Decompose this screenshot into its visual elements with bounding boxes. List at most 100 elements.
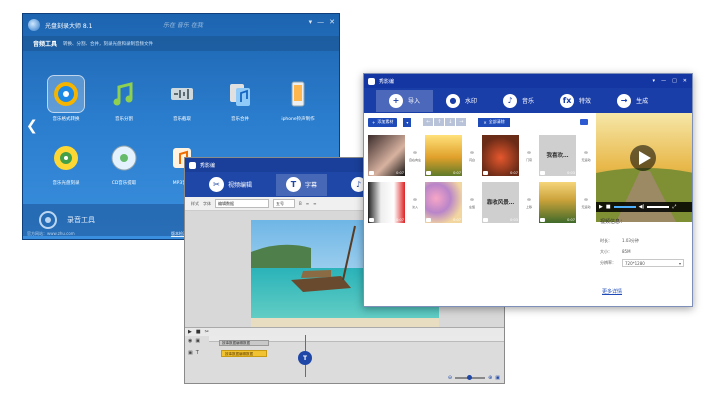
volume-icon[interactable]: ◀) <box>639 204 645 210</box>
seek-bar[interactable] <box>613 206 636 208</box>
tool-music-merge[interactable]: 音乐合并 <box>211 76 269 122</box>
add-media-button[interactable]: + 添加素材 <box>368 117 398 127</box>
media-thumbnail[interactable]: 0:07 <box>368 182 405 223</box>
move-down-icon[interactable]: ↓ <box>445 118 456 126</box>
tab-effects[interactable]: fx 特效 <box>547 90 604 112</box>
close-icon[interactable]: ✕ <box>683 78 687 84</box>
tool-cd-extract[interactable]: CD音乐提取 <box>95 140 153 186</box>
align-icon[interactable]: ≡ <box>306 201 309 206</box>
font-size-select[interactable]: 五号 <box>273 199 295 208</box>
tool-phone-ringtone[interactable]: iphone铃声制作 <box>269 76 327 122</box>
export-icon: → <box>617 93 632 108</box>
tool-label: 音乐光盘刻录 <box>52 181 80 186</box>
media-thumbnail[interactable]: 靠收风景… 0:03 <box>482 182 519 223</box>
media-item[interactable]: 0:07 ∞ 闪白 <box>425 135 482 176</box>
move-up-icon[interactable]: ↑ <box>434 118 445 126</box>
media-item[interactable]: 靠收风景… 0:03 ∞ 上移 <box>482 182 539 223</box>
media-thumbnail[interactable]: 0:07 <box>425 135 462 176</box>
open-folder-icon[interactable] <box>580 119 588 125</box>
align-right-icon[interactable]: ≡ <box>313 201 316 206</box>
zoom-in-icon[interactable]: ⊕ <box>488 375 492 381</box>
zoom-slider[interactable] <box>455 375 486 380</box>
record-icon[interactable] <box>39 211 57 229</box>
tool-music-split[interactable]: 音乐分割 <box>95 76 153 122</box>
tab-watermark[interactable]: ● 水印 <box>433 90 490 112</box>
tab-video-edit[interactable]: ✂ 视频编辑 <box>199 174 262 196</box>
transition-icon: ∞ <box>583 149 589 156</box>
import-icon: + <box>389 93 403 108</box>
add-media-dropdown[interactable]: ▾ <box>403 117 412 127</box>
style-button[interactable]: 样式 <box>191 201 199 207</box>
stop-icon[interactable]: ■ <box>606 204 611 210</box>
more-details-link[interactable]: 更多详情 <box>602 288 622 295</box>
chevron-down-icon: ▾ <box>678 260 681 266</box>
media-thumbnail[interactable]: 0:07 <box>368 135 405 176</box>
zoom-knob[interactable] <box>467 375 473 380</box>
video-type-icon <box>483 171 488 175</box>
bold-icon[interactable]: B <box>299 201 302 206</box>
transition-effect[interactable]: ∞ 上移 <box>521 182 537 223</box>
media-thumbnail[interactable]: 0:07 <box>425 182 462 223</box>
move-left-icon[interactable]: ← <box>423 118 434 126</box>
transition-effect[interactable]: ∞ 无运动 <box>578 135 594 176</box>
tab-import[interactable]: + 导入 <box>376 89 434 112</box>
play-icon[interactable]: ▶ <box>599 204 603 210</box>
transition-effect[interactable]: ∞ 自右向左 <box>407 135 423 176</box>
subtitle-text-input[interactable]: 编辑数据 <box>215 199 269 208</box>
media-item[interactable]: 0:07 ∞ 自右向左 <box>368 135 425 176</box>
tool-cd-burn[interactable]: 音乐光盘刻录 <box>37 140 95 186</box>
menu-icon[interactable]: ▾ <box>309 18 313 26</box>
fullscreen-icon[interactable]: ⤢ <box>672 204 676 210</box>
clear-all-button[interactable]: ✕ 全部清除 <box>478 117 510 127</box>
tab-export[interactable]: → 生成 <box>604 90 661 112</box>
media-thumbnail[interactable]: 0:07 <box>482 135 519 176</box>
tab-music[interactable]: ♪ 音乐 <box>490 90 547 112</box>
fit-icon[interactable]: ▣ <box>495 375 500 381</box>
lock-icon[interactable]: ▣ <box>195 338 200 344</box>
menu-icon[interactable]: ▾ <box>653 78 656 84</box>
font-button[interactable]: 字体 <box>203 201 211 207</box>
timeline-clip[interactable]: 按事数据编辑数据 <box>219 340 269 346</box>
transition-icon: ∞ <box>583 196 589 203</box>
tab-label: 特效 <box>579 98 592 105</box>
play-icon[interactable]: ▶ <box>188 329 192 335</box>
scissor-tool-icon[interactable]: ✂ <box>205 329 209 335</box>
tool-music-convert[interactable]: 音乐格式转换 <box>37 75 95 122</box>
media-duration: 0:07 <box>453 218 461 222</box>
close-icon[interactable]: ✕ <box>329 18 335 26</box>
zoom-out-icon[interactable]: ⊖ <box>448 375 452 381</box>
move-right-icon[interactable]: → <box>456 118 467 126</box>
media-thumbnail[interactable]: 0:07 <box>539 182 576 223</box>
lock-icon[interactable]: ▣ <box>188 350 193 356</box>
transition-label: 左旋 <box>468 204 475 209</box>
visibility-icon[interactable]: ◉ <box>188 338 192 344</box>
transition-effect[interactable]: ∞ 无运动 <box>578 182 594 223</box>
media-item[interactable]: 0:07 ∞ 无运动 <box>539 182 596 223</box>
media-item[interactable]: 0:07 ∞ 门帘 <box>482 135 539 176</box>
transition-effect[interactable]: ∞ 左旋 <box>464 182 480 223</box>
music-icon: ♪ <box>503 93 518 108</box>
media-thumbnail[interactable]: 我喜欢… 0:03 <box>539 135 576 176</box>
minimize-icon[interactable]: — <box>661 78 666 84</box>
record-tools-label[interactable]: 录音工具 <box>67 215 95 225</box>
maximize-icon[interactable]: □ <box>672 78 677 84</box>
add-text-button[interactable]: T <box>298 351 312 365</box>
stop-icon[interactable]: ■ <box>196 329 201 335</box>
transition-effect[interactable]: ∞ 淡入 <box>407 182 423 223</box>
transition-label: 门帘 <box>525 157 532 162</box>
volume-slider[interactable] <box>647 206 670 208</box>
transition-effect[interactable]: ∞ 门帘 <box>521 135 537 176</box>
track-header: ▣ T <box>188 350 206 356</box>
resolution-select[interactable]: 720*1280 ▾ <box>622 258 684 267</box>
tab-subtitle[interactable]: T 字幕 <box>276 173 328 196</box>
media-item[interactable]: 0:07 ∞ 左旋 <box>425 182 482 223</box>
video-type-icon <box>369 218 374 222</box>
media-item[interactable]: 0:07 ∞ 淡入 <box>368 182 425 223</box>
prev-page-icon[interactable]: ❮ <box>26 118 38 134</box>
subtitle-clip[interactable]: 按事数据编辑数据 <box>221 350 267 357</box>
tool-music-cut[interactable]: 音乐截取 <box>153 76 211 122</box>
subtitle-track-icon[interactable]: T <box>196 350 199 356</box>
transition-effect[interactable]: ∞ 闪白 <box>464 135 480 176</box>
media-item[interactable]: 我喜欢… 0:03 ∞ 无运动 <box>539 135 596 176</box>
minimize-icon[interactable]: — <box>317 18 324 26</box>
